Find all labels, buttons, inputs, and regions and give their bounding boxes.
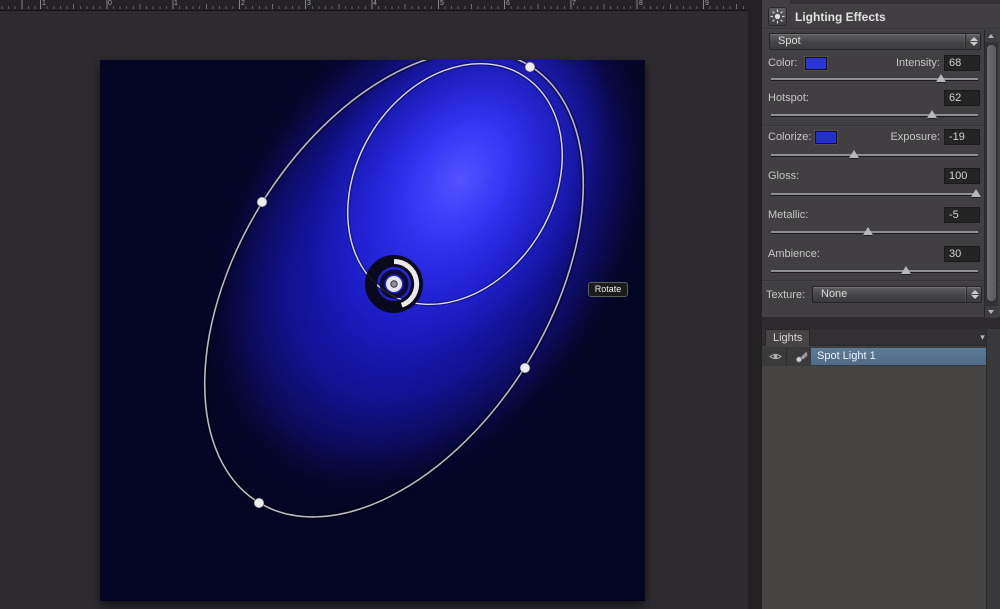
stepper-up-icon xyxy=(971,290,979,294)
ruler-number: 0 xyxy=(108,0,112,8)
slider-thumb[interactable] xyxy=(863,227,873,235)
light-item-selected[interactable]: Spot Light 1 xyxy=(811,348,986,365)
properties-scrollbar[interactable] xyxy=(984,30,998,318)
stepper-up-icon xyxy=(970,37,978,41)
texture-label: Texture: xyxy=(766,289,805,302)
lighting-effects-properties-panel: Lighting Effects Spot Color: Intensity: … xyxy=(762,0,1000,318)
horizontal-ruler: 1 0 1 2 3 4 5 6 7 8 9 xyxy=(0,0,748,11)
intensity-label: Intensity: xyxy=(840,57,940,70)
metallic-slider[interactable] xyxy=(771,227,978,237)
exposure-value[interactable]: -19 xyxy=(944,129,980,145)
ruler-number: 7 xyxy=(572,0,576,8)
metallic-label: Metallic: xyxy=(768,209,808,222)
texture-dropdown[interactable]: None xyxy=(812,286,982,303)
ambience-value[interactable]: 30 xyxy=(944,246,980,262)
light-color-swatch[interactable] xyxy=(805,57,827,70)
document-canvas[interactable] xyxy=(100,60,645,601)
arrow-up-icon xyxy=(988,34,994,38)
slider-track xyxy=(771,114,978,116)
ruler-number: 1 xyxy=(42,0,46,8)
light-type-value: Spot xyxy=(778,35,801,47)
stepper-down-icon xyxy=(970,42,978,46)
ruler-number: 2 xyxy=(241,0,245,8)
metallic-value[interactable]: -5 xyxy=(944,207,980,223)
intensity-value[interactable]: 68 xyxy=(944,55,980,71)
stepper-down-icon xyxy=(971,295,979,299)
handle-bottom[interactable] xyxy=(254,498,264,508)
slider-track xyxy=(771,154,978,156)
arrow-down-icon xyxy=(988,310,994,314)
hotspot-label: Hotspot: xyxy=(768,92,809,105)
header-divider xyxy=(762,28,1000,30)
column-divider xyxy=(786,347,787,366)
slider-thumb[interactable] xyxy=(936,74,946,82)
slider-thumb[interactable] xyxy=(971,189,981,197)
slider-thumb[interactable] xyxy=(927,110,937,118)
spot-light-icon xyxy=(795,350,808,363)
lights-panel: Lights ▾≡ Spot Light 1 xyxy=(762,329,1000,609)
panel-title: Lighting Effects xyxy=(795,10,886,24)
color-label: Color: xyxy=(768,57,797,70)
dropdown-stepper[interactable] xyxy=(965,34,980,49)
slider-track xyxy=(771,78,978,80)
scroll-down-button[interactable] xyxy=(985,306,998,318)
ruler-number: 3 xyxy=(307,0,311,8)
exposure-slider[interactable] xyxy=(771,150,978,160)
photoshop-lighting-effects-workspace: 1 0 1 2 3 4 5 6 7 8 9 xyxy=(0,0,1000,609)
ruler-number: 1 xyxy=(174,0,178,8)
hotspot-slider[interactable] xyxy=(771,110,978,120)
ruler-number: 6 xyxy=(506,0,510,8)
slider-track xyxy=(771,193,978,195)
gloss-slider[interactable] xyxy=(771,189,978,199)
center-dot xyxy=(391,281,397,287)
panel-gutter xyxy=(748,0,762,609)
hotspot-value[interactable]: 62 xyxy=(944,90,980,106)
slider-track xyxy=(771,270,978,272)
visibility-eye-icon[interactable] xyxy=(769,352,782,361)
ruler-number: 9 xyxy=(705,0,709,8)
ruler-number: 4 xyxy=(373,0,377,8)
tab-lights[interactable]: Lights xyxy=(765,329,810,346)
dropdown-stepper[interactable] xyxy=(966,287,981,302)
slider-thumb[interactable] xyxy=(901,266,911,274)
ruler-number: 5 xyxy=(440,0,444,8)
handle-top[interactable] xyxy=(525,62,535,72)
slider-track xyxy=(771,231,978,233)
lighting-effects-icon xyxy=(768,7,787,26)
scroll-up-button[interactable] xyxy=(985,30,998,42)
colorize-label: Colorize: xyxy=(768,131,811,144)
gloss-value[interactable]: 100 xyxy=(944,168,980,184)
lights-tab-bar: Lights ▾≡ xyxy=(762,329,1000,346)
scrollbar-thumb[interactable] xyxy=(986,44,997,302)
rotate-tooltip: Rotate xyxy=(588,282,628,297)
slider-thumb[interactable] xyxy=(849,150,859,158)
intensity-slider[interactable] xyxy=(771,74,978,84)
section-divider xyxy=(762,125,1000,127)
section-divider xyxy=(762,280,1000,282)
ambience-label: Ambience: xyxy=(768,248,820,261)
lighting-preview xyxy=(100,60,645,601)
ruler-number: 8 xyxy=(639,0,643,8)
lights-panel-edge xyxy=(986,329,1000,609)
texture-value: None xyxy=(821,288,847,300)
colorize-swatch[interactable] xyxy=(815,131,837,144)
light-type-dropdown[interactable]: Spot xyxy=(769,33,981,50)
ambience-slider[interactable] xyxy=(771,266,978,276)
exposure-label: Exposure: xyxy=(840,131,940,144)
handle-right[interactable] xyxy=(520,363,530,373)
panel-top-strip xyxy=(790,0,1000,4)
gloss-label: Gloss: xyxy=(768,170,799,183)
light-list-row[interactable]: Spot Light 1 xyxy=(762,347,986,366)
handle-left[interactable] xyxy=(257,197,267,207)
